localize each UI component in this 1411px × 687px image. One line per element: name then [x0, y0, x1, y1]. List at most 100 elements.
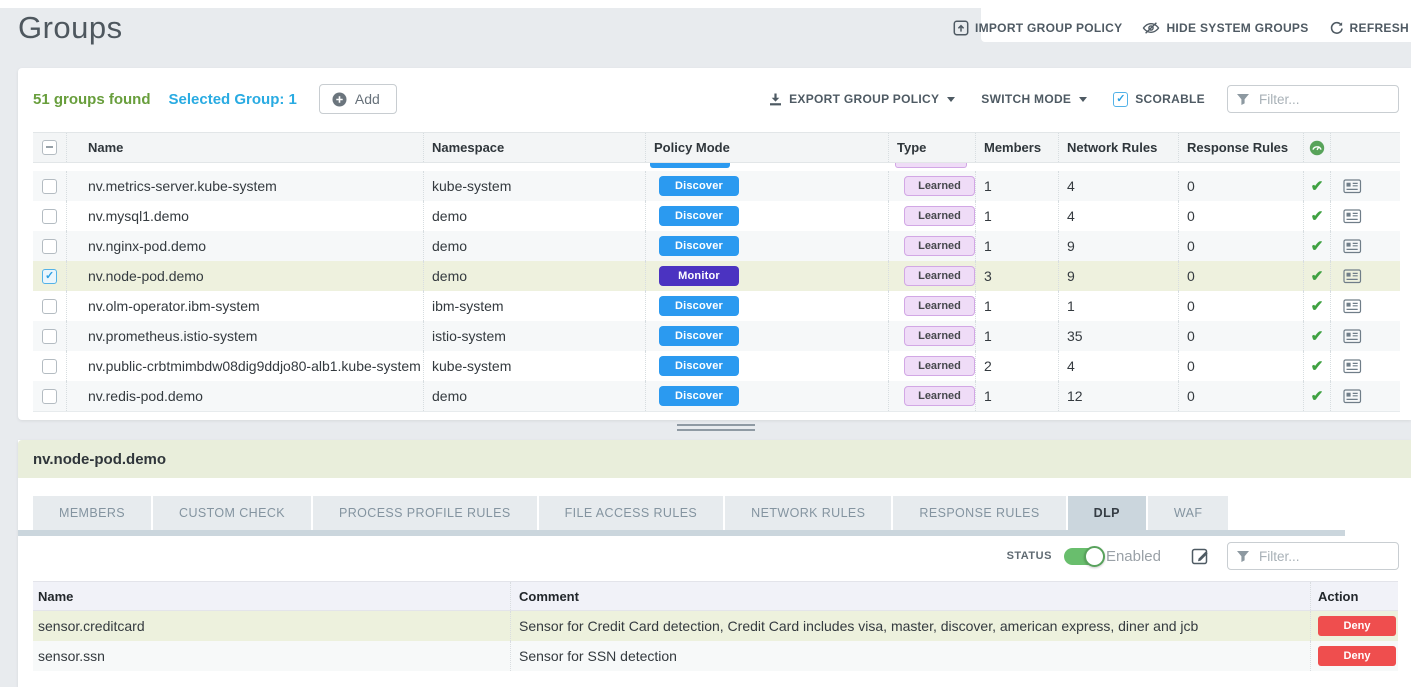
- row-checkbox[interactable]: [42, 179, 57, 194]
- table-row[interactable]: nv.metrics-server.kube-system kube-syste…: [33, 171, 1400, 201]
- row-checkbox[interactable]: [42, 299, 57, 314]
- response-rules-count: 0: [1178, 261, 1303, 291]
- table-row[interactable]: nv.redis-pod.demo demo Discover Learned …: [33, 381, 1400, 411]
- dlp-filter: [1227, 542, 1399, 570]
- row-checkbox[interactable]: [42, 389, 57, 404]
- members-count: 1: [975, 231, 1058, 261]
- policy-mode-button[interactable]: Discover: [659, 236, 739, 256]
- column-header-name[interactable]: Name: [66, 133, 423, 162]
- selected-group-count: Selected Group: 1: [169, 91, 297, 108]
- network-rules-count: 1: [1058, 291, 1178, 321]
- column-header-action[interactable]: Action: [1310, 582, 1398, 610]
- switch-mode-label: SWITCH MODE: [981, 92, 1071, 106]
- group-detail-icon[interactable]: [1343, 359, 1362, 374]
- table-row[interactable]: nv.mysql1.demo demo Discover Learned 1 4…: [33, 201, 1400, 231]
- deny-action-button[interactable]: Deny: [1318, 646, 1396, 666]
- groups-filter-input[interactable]: [1257, 91, 1390, 108]
- hide-system-groups-button[interactable]: HIDE SYSTEM GROUPS: [1142, 20, 1308, 36]
- column-header-name[interactable]: Name: [33, 582, 510, 610]
- group-detail-icon[interactable]: [1343, 269, 1362, 284]
- gauge-icon: [1309, 140, 1325, 156]
- type-badge: Learned: [904, 176, 975, 196]
- type-badge: Learned: [904, 386, 975, 406]
- page-title: Groups: [18, 10, 123, 46]
- scorable-label: SCORABLE: [1135, 92, 1205, 106]
- tab-custom-check[interactable]: CUSTOM CHECK: [153, 496, 311, 530]
- refresh-button[interactable]: REFRESH: [1329, 21, 1409, 36]
- group-name: nv.prometheus.istio-system: [66, 321, 423, 351]
- policy-mode-button[interactable]: Discover: [659, 386, 739, 406]
- column-header-namespace[interactable]: Namespace: [423, 133, 645, 162]
- export-group-policy-button[interactable]: EXPORT GROUP POLICY: [768, 92, 955, 107]
- type-badge: Learned: [904, 206, 975, 226]
- group-detail-icon[interactable]: [1343, 329, 1362, 344]
- row-checkbox[interactable]: [42, 209, 57, 224]
- deny-action-button[interactable]: Deny: [1318, 616, 1396, 636]
- tab-members[interactable]: MEMBERS: [33, 496, 151, 530]
- tab-response-rules[interactable]: RESPONSE RULES: [893, 496, 1065, 530]
- scorable-checkbox[interactable]: [1113, 92, 1128, 107]
- group-detail-icon[interactable]: [1343, 239, 1362, 254]
- dlp-sensor-row[interactable]: sensor.ssn Sensor for SSN detection Deny: [33, 641, 1398, 671]
- check-icon: ✔: [1311, 297, 1324, 315]
- policy-mode-button[interactable]: Monitor: [659, 266, 739, 286]
- dlp-sensor-row-selected[interactable]: sensor.creditcard Sensor for Credit Card…: [33, 611, 1398, 641]
- policy-mode-button[interactable]: Discover: [659, 206, 739, 226]
- group-name: nv.redis-pod.demo: [66, 381, 423, 411]
- header-actions: IMPORT GROUP POLICY HIDE SYSTEM GROUPS R…: [981, 0, 1411, 42]
- table-row-selected[interactable]: nv.node-pod.demo demo Monitor Learned 3 …: [33, 261, 1400, 291]
- column-header-members[interactable]: Members: [975, 133, 1058, 162]
- status-label: STATUS: [1007, 550, 1052, 562]
- group-detail-icon[interactable]: [1343, 299, 1362, 314]
- tab-waf[interactable]: WAF: [1148, 496, 1229, 530]
- policy-mode-button[interactable]: Discover: [659, 326, 739, 346]
- group-namespace: istio-system: [423, 321, 645, 351]
- row-checkbox[interactable]: [42, 329, 57, 344]
- hide-label: HIDE SYSTEM GROUPS: [1166, 21, 1308, 35]
- tab-file-access-rules[interactable]: FILE ACCESS RULES: [539, 496, 724, 530]
- check-icon: ✔: [1311, 177, 1324, 195]
- import-label: IMPORT GROUP POLICY: [975, 21, 1123, 35]
- funnel-icon: [1236, 93, 1250, 106]
- status-toggle[interactable]: [1064, 548, 1102, 565]
- tab-network-rules[interactable]: NETWORK RULES: [725, 496, 891, 530]
- table-row[interactable]: nv.prometheus.istio-system istio-system …: [33, 321, 1400, 351]
- table-row[interactable]: nv.public-crbtmimbdw08dig9ddjo80-alb1.ku…: [33, 351, 1400, 381]
- column-header-response-rules[interactable]: Response Rules: [1178, 133, 1303, 162]
- splitter-handle[interactable]: [677, 424, 755, 431]
- policy-mode-button[interactable]: Discover: [659, 176, 739, 196]
- row-checkbox[interactable]: [42, 359, 57, 374]
- policy-mode-button[interactable]: Discover: [659, 356, 739, 376]
- row-checkbox[interactable]: [42, 239, 57, 254]
- select-all-checkbox[interactable]: [42, 140, 57, 155]
- groups-table-header: Name Namespace Policy Mode Type Members …: [33, 132, 1400, 163]
- sensor-comment: Sensor for Credit Card detection, Credit…: [510, 611, 1310, 641]
- tab-process-profile-rules[interactable]: PROCESS PROFILE RULES: [313, 496, 537, 530]
- response-rules-count: 0: [1178, 291, 1303, 321]
- column-header-type[interactable]: Type: [888, 133, 975, 162]
- dlp-filter-input[interactable]: [1257, 548, 1390, 565]
- dlp-status-row: STATUS Enabled: [18, 536, 1411, 576]
- group-detail-icon[interactable]: [1343, 179, 1362, 194]
- network-rules-count: 9: [1058, 261, 1178, 291]
- row-checkbox[interactable]: [42, 269, 57, 284]
- group-name: nv.node-pod.demo: [66, 261, 423, 291]
- group-detail-icon[interactable]: [1343, 389, 1362, 404]
- group-detail-icon[interactable]: [1343, 209, 1362, 224]
- switch-mode-button[interactable]: SWITCH MODE: [981, 92, 1087, 106]
- tab-dlp[interactable]: DLP: [1068, 496, 1146, 530]
- policy-mode-button[interactable]: Discover: [659, 296, 739, 316]
- edit-button[interactable]: [1191, 546, 1211, 566]
- network-rules-count: 9: [1058, 231, 1178, 261]
- add-button[interactable]: Add: [319, 84, 397, 114]
- refresh-icon: [1329, 21, 1344, 36]
- column-header-policy-mode[interactable]: Policy Mode: [645, 133, 888, 162]
- scorable-toggle[interactable]: SCORABLE: [1113, 92, 1205, 107]
- table-row[interactable]: nv.nginx-pod.demo demo Discover Learned …: [33, 231, 1400, 261]
- import-group-policy-button[interactable]: IMPORT GROUP POLICY: [953, 20, 1123, 36]
- groups-count: 51 groups found: [33, 91, 151, 108]
- type-badge: Learned: [904, 356, 975, 376]
- table-row[interactable]: nv.olm-operator.ibm-system ibm-system Di…: [33, 291, 1400, 321]
- column-header-comment[interactable]: Comment: [510, 582, 1310, 610]
- column-header-network-rules[interactable]: Network Rules: [1058, 133, 1178, 162]
